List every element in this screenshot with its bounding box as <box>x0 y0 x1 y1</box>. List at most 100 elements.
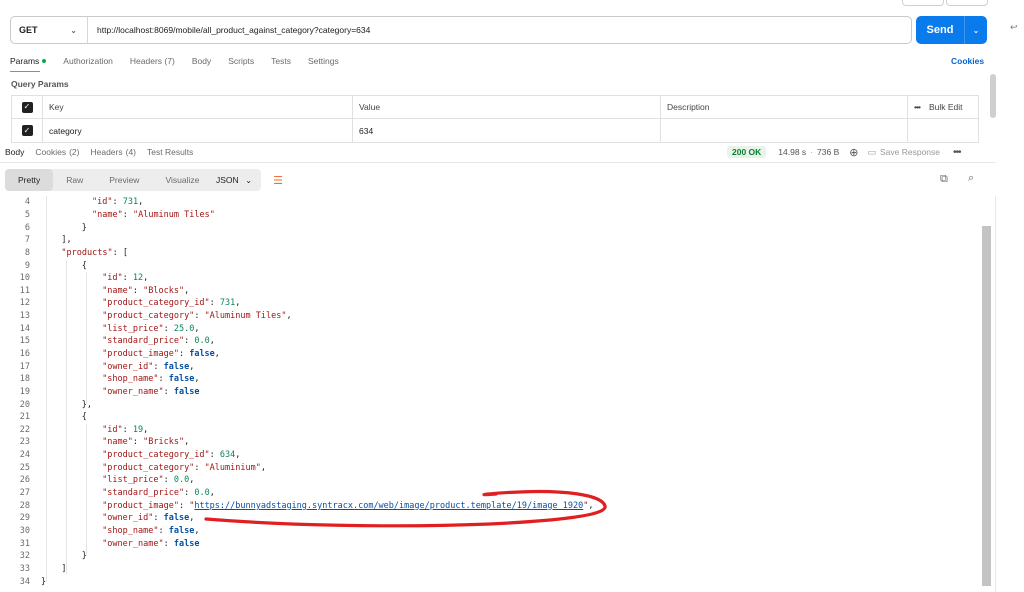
view-mode-tabs: Pretty Raw Preview Visualize <box>5 169 213 191</box>
code-token: "name" <box>102 285 133 296</box>
code-text: "owner_id": false, <box>30 362 194 372</box>
search-icon[interactable]: ⌕ <box>968 172 974 185</box>
view-tab-raw[interactable]: Raw <box>53 169 96 191</box>
line-number: 20 <box>19 399 30 410</box>
tab-response-cookies[interactable]: Cookies (2) <box>35 144 79 160</box>
code-token: false <box>173 538 200 549</box>
code-token: 731 <box>122 197 139 208</box>
chevron-down-icon[interactable]: ⌄ <box>965 26 987 35</box>
indent-guide <box>86 424 87 556</box>
code-token: 19 <box>132 424 144 435</box>
code-text: } <box>30 551 87 561</box>
code-token: : <box>209 450 220 461</box>
code-text: "product_category_id": 634, <box>30 450 240 460</box>
param-description-input[interactable] <box>661 119 908 142</box>
view-tab-pretty[interactable]: Pretty <box>5 169 54 191</box>
tab-body[interactable]: Body <box>192 52 211 70</box>
tab-params[interactable]: Params <box>10 52 47 72</box>
line-number: 27 <box>19 488 30 499</box>
code-token: "product_category" <box>102 311 195 322</box>
code-token: , <box>194 374 200 385</box>
tab-response-headers[interactable]: Headers (4) <box>90 144 136 160</box>
code-line: 23 "name": "Bricks", <box>0 436 985 449</box>
check-icon[interactable]: ✓ <box>21 125 33 136</box>
save-icon: ▭ <box>867 146 876 157</box>
tab-tests[interactable]: Tests <box>271 52 291 70</box>
url-bar: GET ⌄ http://localhost:8069/mobile/all_p… <box>10 16 912 44</box>
code-text: "owner_name": false <box>30 387 199 397</box>
more-icon[interactable]: ••• <box>953 147 961 158</box>
wrap-lines-icon[interactable]: ☰ <box>266 169 290 191</box>
code-token: , <box>189 475 195 486</box>
code-token: "id" <box>92 197 113 208</box>
code-token: : <box>163 386 174 397</box>
code-line: 20}, <box>0 398 985 411</box>
method-select[interactable]: GET ⌄ <box>11 17 88 43</box>
code-text: "name": "Aluminum Tiles" <box>30 210 215 220</box>
code-text: "owner_id": false, <box>30 513 194 523</box>
code-token: "name" <box>102 437 133 448</box>
cookies-link[interactable]: Cookies <box>951 56 984 66</box>
code-text: "list_price": 25.0, <box>30 324 199 334</box>
send-button[interactable]: Send ⌄ <box>916 16 987 44</box>
code-text: { <box>30 261 87 271</box>
copy-icon[interactable]: ⧉ <box>940 173 948 186</box>
response-time[interactable]: 14.98 s <box>778 147 806 157</box>
code-line: 25 "product_category": "Aluminium", <box>0 461 985 474</box>
globe-icon[interactable]: ⊕ <box>849 146 858 159</box>
top-partial-button-2[interactable] <box>946 0 988 6</box>
code-token: : <box>158 525 169 536</box>
code-token: : <box>194 462 205 473</box>
code-token: 12 <box>132 273 144 284</box>
tab-params-label: Params <box>10 56 40 66</box>
line-number: 34 <box>19 576 30 587</box>
response-scrollbar[interactable] <box>982 226 991 586</box>
send-label: Send <box>926 24 954 36</box>
code-text: "list_price": 0.0, <box>30 475 194 485</box>
line-number: 19 <box>19 386 30 397</box>
line-number: 26 <box>19 475 30 486</box>
param-value-input[interactable]: 634 <box>353 119 661 142</box>
select-all-cell[interactable]: ✓ <box>12 96 43 118</box>
code-token: : <box>153 513 164 524</box>
tab-response-body[interactable]: Body <box>5 144 24 160</box>
code-line: 5 "name": "Aluminum Tiles" <box>0 209 985 222</box>
line-number: 25 <box>19 462 30 473</box>
status-badge[interactable]: 200 OK <box>727 146 767 158</box>
tab-authorization[interactable]: Authorization <box>63 52 113 70</box>
code-token: "Aluminum Tiles" <box>204 311 287 322</box>
divider <box>0 162 996 163</box>
bulk-edit-button[interactable]: ••• Bulk Edit <box>908 96 978 118</box>
request-scrollbar[interactable] <box>990 74 996 118</box>
url-input[interactable]: http://localhost:8069/mobile/all_product… <box>88 25 370 35</box>
row-checkbox-cell[interactable]: ✓ <box>12 119 43 142</box>
response-size[interactable]: 736 B <box>817 147 839 157</box>
param-key-input[interactable]: category <box>43 119 353 142</box>
code-token: "list_price" <box>102 323 164 334</box>
code-token: 25.0 <box>173 323 195 334</box>
tab-response-headers-count: (4) <box>125 147 137 157</box>
top-partial-button[interactable] <box>902 0 944 6</box>
format-select[interactable]: JSON ⌄ <box>208 169 261 191</box>
code-token: { <box>81 260 87 271</box>
code-line: 26 "list_price": 0.0, <box>0 474 985 487</box>
line-number: 12 <box>19 298 30 309</box>
more-icon[interactable]: ••• <box>914 102 921 112</box>
view-tab-visualize[interactable]: Visualize <box>152 169 212 191</box>
save-response-button[interactable]: Save Response <box>880 147 940 157</box>
check-icon[interactable]: ✓ <box>21 101 33 113</box>
code-line: 11 "name": "Blocks", <box>0 284 985 297</box>
tab-settings[interactable]: Settings <box>308 52 339 70</box>
annotation-stroke <box>204 489 607 528</box>
tab-scripts[interactable]: Scripts <box>228 52 254 70</box>
side-return-icon[interactable]: ↩ <box>1010 22 1018 33</box>
code-token: "products" <box>61 247 113 258</box>
tab-headers[interactable]: Headers (7) <box>130 52 175 70</box>
code-text: "owner_name": false <box>30 539 199 549</box>
code-text: "id": 19, <box>30 425 148 435</box>
code-token: "id" <box>102 424 123 435</box>
tab-test-results[interactable]: Test Results <box>147 144 193 160</box>
code-line: 34} <box>0 575 985 588</box>
view-tab-preview[interactable]: Preview <box>96 169 152 191</box>
code-token: : <box>178 349 190 359</box>
